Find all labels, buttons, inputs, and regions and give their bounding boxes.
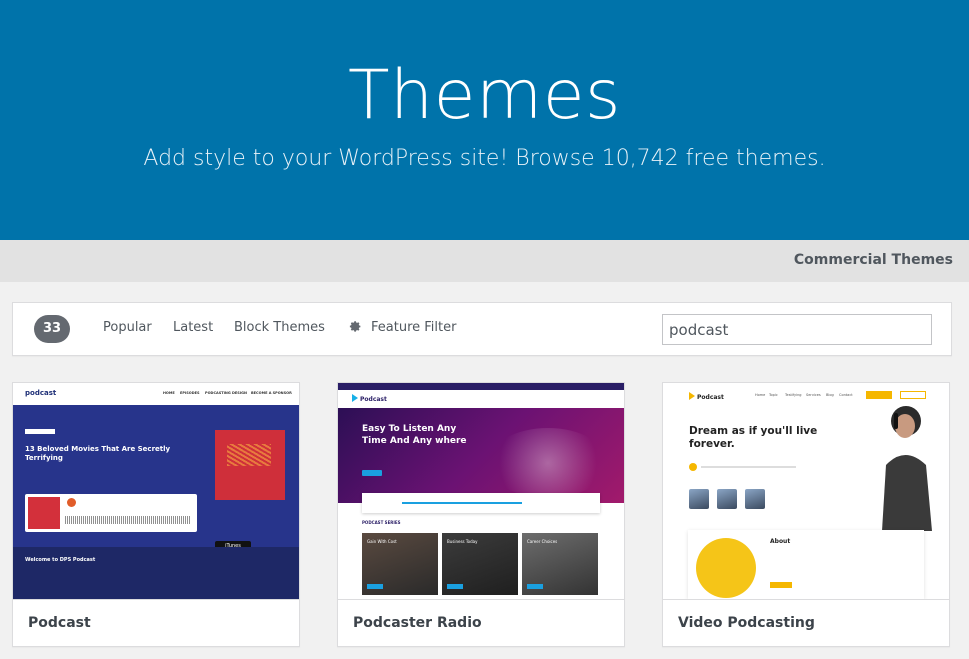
preview-header: Podcast [338, 390, 624, 408]
theme-name[interactable]: Video Podcasting [663, 599, 949, 646]
preview-logo: Podcast [352, 394, 387, 403]
theme-screenshot[interactable]: Podcast Easy To Listen Any Time And Any … [338, 383, 624, 599]
preview-header: podcast HOME EPISODES PODCASTING DESIGN … [13, 383, 299, 405]
person-photo-icon [882, 406, 932, 531]
tab-popular[interactable]: Popular [103, 320, 152, 335]
theme-card-podcast[interactable]: podcast HOME EPISODES PODCASTING DESIGN … [12, 382, 300, 647]
preview-tag [25, 429, 55, 434]
preview-section-title: PODCAST SERIES [362, 520, 401, 525]
preview-logo: podcast [25, 389, 57, 397]
page-title: Themes [348, 56, 621, 135]
preview-audio-player [362, 493, 600, 513]
preview-headline: Easy To Listen Any Time And Any where [362, 424, 467, 446]
play-logo-icon [352, 394, 358, 402]
preview-lower-section: Welcome to DPS Podcast [13, 547, 299, 599]
preview-about-photo [696, 538, 756, 598]
waveform-icon [65, 516, 190, 524]
commercial-themes-link[interactable]: Commercial Themes [794, 252, 953, 268]
theme-card-video-podcasting[interactable]: Podcast Home Topic Testifying Services B… [662, 382, 950, 647]
preview-nav-item: Blog [826, 393, 834, 397]
feature-filter-label: Feature Filter [371, 320, 457, 335]
theme-screenshot[interactable]: Podcast Home Topic Testifying Services B… [663, 383, 949, 599]
preview-nav-item: HOME [163, 391, 175, 395]
page-subtitle: Add style to your WordPress site! Browse… [143, 146, 826, 171]
theme-name[interactable]: Podcaster Radio [338, 599, 624, 646]
preview-button [770, 582, 792, 588]
preview-about-section: About [688, 530, 924, 599]
preview-nav-item: EPISODES [180, 391, 200, 395]
preview-nav-item: Home [755, 393, 766, 397]
preview-nav-item: PODCASTING DESIGN [205, 391, 247, 395]
preview-nav-item: Contact [839, 393, 853, 397]
play-icon [67, 498, 76, 507]
feature-filter-button[interactable]: Feature Filter [347, 319, 456, 335]
tab-block-themes[interactable]: Block Themes [234, 320, 325, 335]
preview-nav-item: Services [806, 393, 821, 397]
preview-topbar [338, 383, 624, 390]
theme-name[interactable]: Podcast [13, 599, 299, 646]
preview-headline: Dream as if you'll live forever. [689, 425, 818, 450]
theme-search-input[interactable] [662, 314, 932, 345]
theme-card-podcaster-radio[interactable]: Podcast Easy To Listen Any Time And Any … [337, 382, 625, 647]
preview-album-art [215, 430, 285, 500]
preview-logo: Podcast [689, 392, 724, 401]
preview-tile: Career Choices [522, 533, 598, 595]
preview-episode-art [28, 497, 60, 529]
theme-filter-bar: 33 Popular Latest Block Themes Feature F… [12, 302, 952, 356]
preview-nav-item: Testifying [785, 393, 802, 397]
preview-button [362, 470, 382, 476]
subnav-strip: Commercial Themes [0, 240, 969, 282]
preview-tile: Gain With Cost [362, 533, 438, 595]
preview-nav-item: BECOME A SPONSOR [251, 391, 292, 395]
preview-thumbnails [689, 489, 773, 513]
tab-latest[interactable]: Latest [173, 320, 213, 335]
preview-headline: 13 Beloved Movies That Are Secretly Terr… [25, 445, 171, 462]
preview-audio-player [689, 463, 809, 471]
preview-progress-track [402, 502, 522, 504]
preview-nav-item: Topic [769, 393, 778, 397]
gear-icon [349, 321, 361, 332]
preview-lower-heading: Welcome to DPS Podcast [25, 557, 96, 563]
preview-hero: Easy To Listen Any Time And Any where [338, 408, 624, 503]
preview-about-heading: About [770, 538, 791, 545]
themes-hero: Themes Add style to your WordPress site!… [0, 0, 969, 240]
preview-audio-player [25, 494, 197, 532]
preview-tile: Business Today [442, 533, 518, 595]
theme-count-badge: 33 [34, 315, 70, 343]
theme-screenshot[interactable]: podcast HOME EPISODES PODCASTING DESIGN … [13, 383, 299, 599]
play-logo-icon [689, 392, 695, 400]
preview-hero: 13 Beloved Movies That Are Secretly Terr… [13, 405, 299, 552]
